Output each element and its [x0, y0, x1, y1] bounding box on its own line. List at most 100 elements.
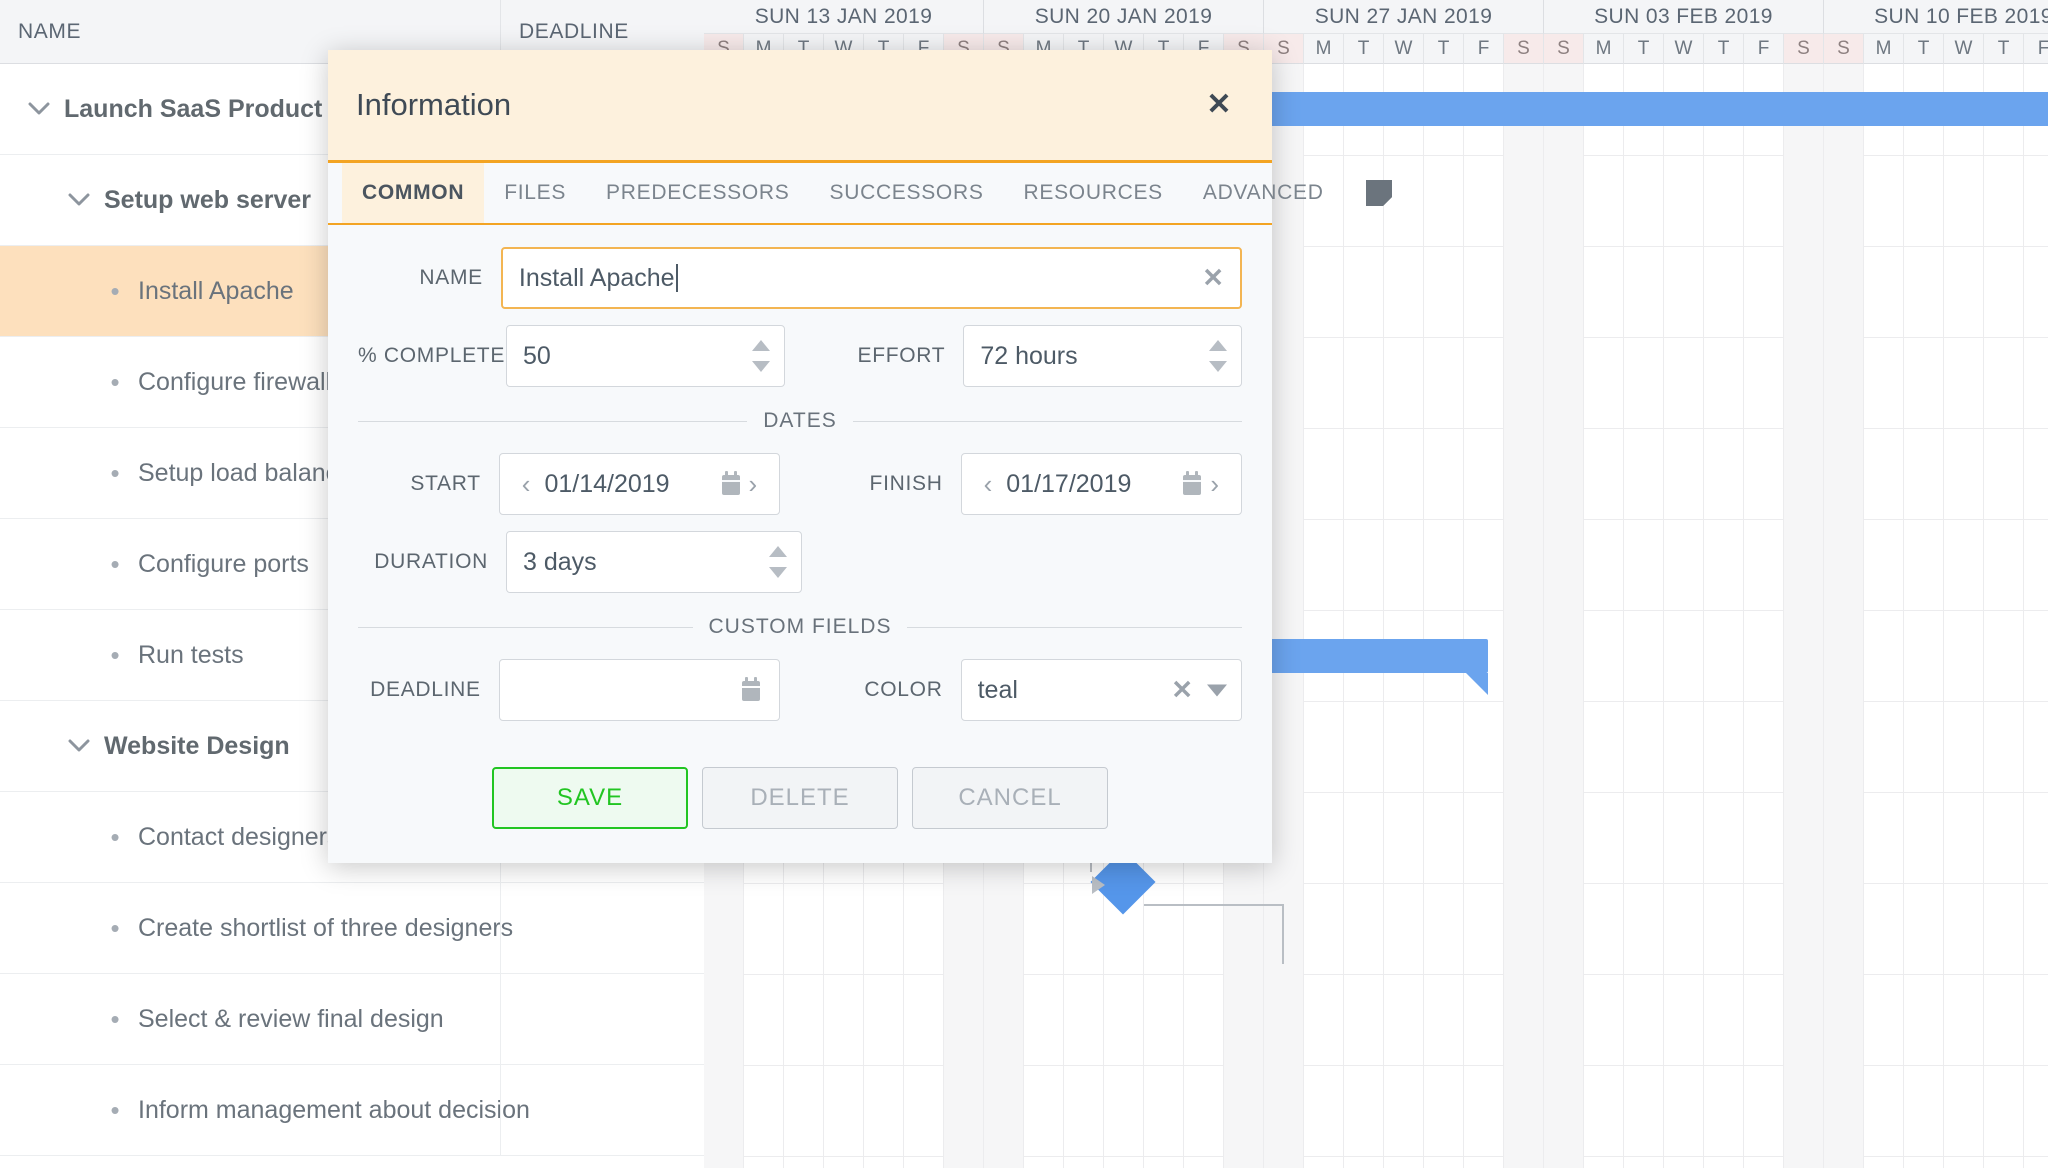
color-label: COLOR: [864, 678, 943, 701]
start-date-input[interactable]: ‹ 01/14/2019 ›: [498, 453, 781, 515]
task-name-label: Website Design: [104, 731, 290, 760]
task-name-cell: • Create shortlist of three designers: [0, 914, 513, 943]
start-date-value: 01/14/2019: [544, 469, 670, 498]
task-name-cell: • Inform management about decision: [0, 1096, 529, 1125]
gantt-app: NAME DEADLINE Launch SaaS Product Setup w…: [0, 0, 2048, 1168]
finish-date-value: 01/17/2019: [1006, 469, 1132, 498]
chevron-down-icon[interactable]: [66, 187, 92, 213]
timeline-day-label: F: [2024, 34, 2048, 64]
calendar-icon[interactable]: [739, 677, 763, 703]
name-value: Install Apache: [518, 263, 675, 292]
dialog-body: NAME Install Apache ✕ % COMPLETE 50 EFFO…: [328, 225, 1272, 755]
stepper-up-icon[interactable]: [1209, 340, 1227, 351]
task-name-label: Launch SaaS Product: [64, 94, 323, 123]
gantt-bar-summary[interactable]: [1260, 639, 1488, 695]
deadline-input[interactable]: [498, 659, 781, 721]
timeline-day-column: [1344, 64, 1384, 1168]
stepper-down-icon[interactable]: [751, 361, 770, 372]
task-name-label: Configure firewall: [138, 367, 332, 396]
task-name-label: Install Apache: [138, 276, 294, 305]
chevron-down-icon[interactable]: [66, 733, 92, 759]
note-icon[interactable]: [1344, 163, 1414, 223]
duration-input[interactable]: 3 days: [506, 531, 802, 593]
chevron-down-icon[interactable]: [1207, 684, 1227, 696]
timeline-day-column: [1384, 64, 1424, 1168]
tab-files[interactable]: FILES: [484, 163, 586, 223]
gantt-bar[interactable]: [1260, 92, 2048, 126]
timeline-day-column: [1664, 64, 1704, 1168]
tab-resources[interactable]: RESOURCES: [1004, 163, 1183, 223]
dependency-arrow-icon: [1092, 876, 1105, 894]
finish-prev-icon[interactable]: ‹: [978, 471, 999, 497]
table-row[interactable]: • Create shortlist of three designers: [0, 882, 704, 974]
column-header-name[interactable]: NAME: [0, 20, 500, 44]
timeline-day-label: W: [1944, 34, 1984, 64]
tab-predecessors[interactable]: PREDECESSORS: [586, 163, 809, 223]
name-input[interactable]: Install Apache ✕: [500, 247, 1242, 309]
save-button[interactable]: SAVE: [492, 767, 688, 829]
finish-date-input[interactable]: ‹ 01/17/2019 ›: [960, 453, 1242, 515]
calendar-icon[interactable]: [1180, 471, 1204, 497]
name-clear-icon[interactable]: ✕: [1202, 263, 1224, 294]
dialog-tabs: COMMON FILES PREDECESSORS SUCCESSORS RESOURC…: [328, 163, 1392, 225]
close-icon[interactable]: ✕: [1202, 88, 1236, 122]
start-next-icon[interactable]: ›: [743, 471, 764, 497]
duration-stepper[interactable]: [769, 546, 787, 578]
bullet-icon: •: [110, 549, 120, 579]
effort-input[interactable]: 72 hours: [963, 325, 1242, 387]
timeline-day-label: S: [1824, 34, 1864, 64]
timeline-week-label: SUN 13 JAN 2019: [704, 0, 984, 34]
stepper-up-icon[interactable]: [769, 546, 787, 557]
timeline-day-column: [2024, 64, 2048, 1168]
timeline-day-column: [1944, 64, 1984, 1168]
divider-line-right: [852, 420, 1242, 422]
table-row[interactable]: • Inform management about decision: [0, 1064, 704, 1156]
duration-value: 3 days: [523, 547, 597, 576]
timeline-day-column: [1984, 64, 2024, 1168]
percent-complete-label: % COMPLETE: [358, 344, 506, 367]
timeline-day-label: T: [1424, 34, 1464, 64]
timeline-day-label: S: [1544, 34, 1584, 64]
effort-stepper[interactable]: [1209, 340, 1227, 372]
timeline-day-label: M: [1304, 34, 1344, 64]
dialog-header: Information ✕: [328, 50, 1272, 163]
custom-fields-section-label: CUSTOM FIELDS: [708, 615, 892, 638]
timeline-day-column: [1584, 64, 1624, 1168]
percent-complete-stepper[interactable]: [751, 340, 770, 372]
color-select[interactable]: teal ✕: [960, 659, 1242, 721]
finish-next-icon[interactable]: ›: [1204, 471, 1225, 497]
timeline-day-column: [1904, 64, 1944, 1168]
tab-common[interactable]: COMMON: [342, 163, 485, 223]
tab-successors[interactable]: SUCCESSORS: [810, 163, 1004, 223]
color-clear-icon[interactable]: ✕: [1171, 675, 1193, 706]
dates-section-label: DATES: [763, 409, 837, 432]
percent-complete-input[interactable]: 50: [506, 325, 785, 387]
chevron-down-icon[interactable]: [26, 96, 52, 122]
table-row[interactable]: • Select & review final design: [0, 973, 704, 1065]
divider-line-left: [358, 420, 748, 422]
task-deadline-cell[interactable]: [500, 1064, 704, 1156]
timeline-day-column: [1864, 64, 1904, 1168]
task-name-label: Run tests: [138, 640, 244, 669]
task-name-cell: • Select & review final design: [0, 1005, 500, 1034]
delete-button[interactable]: DELETE: [702, 767, 898, 829]
stepper-down-icon[interactable]: [1209, 361, 1227, 372]
deadline-color-row: DEADLINE COLOR teal ✕: [358, 659, 1242, 721]
timeline-day-label: S: [1784, 34, 1824, 64]
tab-advanced[interactable]: ADVANCED: [1183, 163, 1344, 223]
start-finish-row: START ‹ 01/14/2019 › FINISH ‹ 01/17/2019: [358, 453, 1242, 515]
timeline-day-column: [1744, 64, 1784, 1168]
start-label: START: [410, 472, 481, 495]
duration-label: DURATION: [374, 550, 488, 573]
stepper-down-icon[interactable]: [769, 567, 787, 578]
timeline-day-label: M: [1864, 34, 1904, 64]
task-deadline-cell[interactable]: [500, 973, 704, 1065]
stepper-up-icon[interactable]: [751, 340, 770, 351]
start-prev-icon[interactable]: ‹: [516, 471, 537, 497]
task-deadline-cell[interactable]: [500, 882, 704, 974]
calendar-icon[interactable]: [719, 471, 743, 497]
cancel-button[interactable]: CANCEL: [912, 767, 1108, 829]
name-row: NAME Install Apache ✕: [358, 247, 1242, 309]
bullet-icon: •: [110, 458, 120, 488]
timeline-week-label: SUN 03 FEB 2019: [1544, 0, 1824, 34]
